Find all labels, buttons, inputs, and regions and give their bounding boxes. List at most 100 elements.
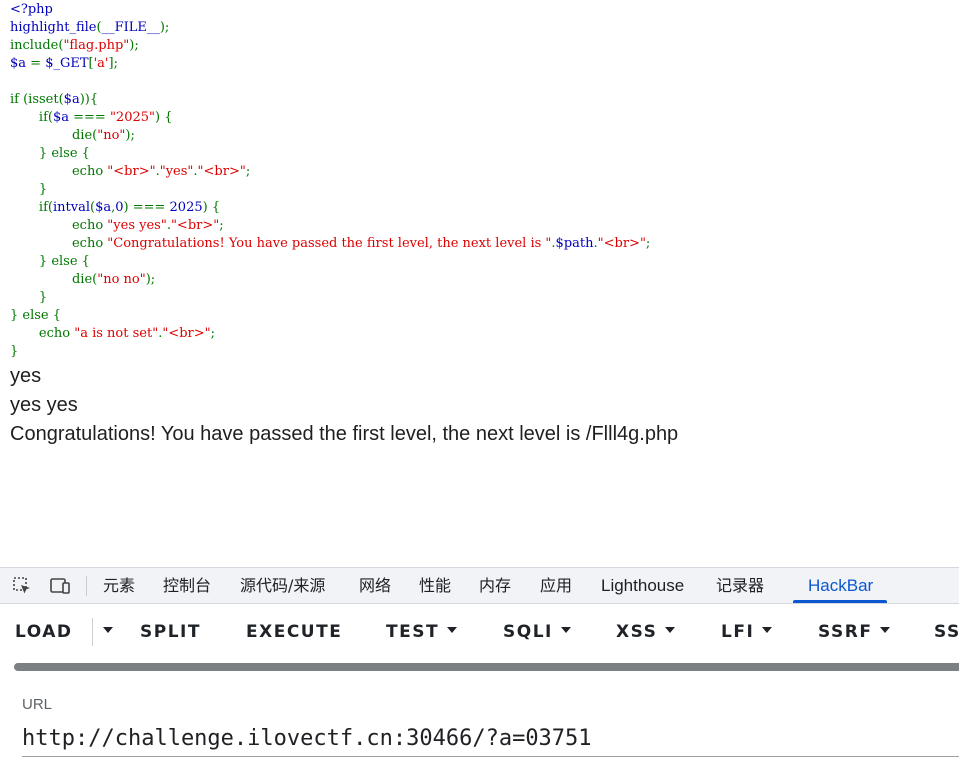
chevron-down-icon bbox=[103, 627, 113, 633]
sqli-menu-button[interactable]: SQLI bbox=[503, 622, 571, 642]
devtools-tab-bar: 元素 控制台 源代码/来源 网络 性能 内存 应用 Lighthouse 记录器… bbox=[0, 568, 959, 604]
chevron-down-icon bbox=[880, 627, 891, 633]
tab-memory[interactable]: 内存 bbox=[479, 568, 511, 603]
code-token: echo bbox=[10, 326, 75, 341]
code-line: die("no no"); bbox=[10, 271, 955, 289]
code-token: ; bbox=[645, 236, 651, 251]
code-token: } else { bbox=[10, 308, 62, 323]
code-token: <?php bbox=[10, 2, 53, 17]
code-token: (isset( bbox=[23, 92, 64, 107]
tab-network[interactable]: 网络 bbox=[359, 568, 391, 603]
code-token: 2025 bbox=[169, 200, 203, 215]
tab-recorder[interactable]: 记录器 bbox=[716, 568, 764, 603]
code-token: ; bbox=[210, 326, 215, 341]
code-token: $a bbox=[95, 200, 112, 215]
test-menu-button[interactable]: TEST bbox=[386, 622, 458, 642]
code-token: "<br>" bbox=[197, 164, 246, 179]
code-token: ; bbox=[219, 218, 224, 233]
load-dropdown-button[interactable] bbox=[95, 622, 113, 642]
code-token: $a bbox=[63, 92, 80, 107]
code-line: } bbox=[10, 343, 955, 361]
code-token: include bbox=[10, 38, 59, 53]
output-line-yes: yes bbox=[10, 365, 42, 387]
load-button[interactable]: LOAD bbox=[15, 622, 73, 642]
code-line: echo "yes yes"."<br>"; bbox=[10, 217, 955, 235]
code-token: intval bbox=[52, 200, 90, 215]
code-token: "<br>" bbox=[162, 326, 211, 341]
code-token: 0 bbox=[115, 200, 124, 215]
code-token: $path bbox=[555, 236, 594, 251]
code-line: } bbox=[10, 181, 955, 199]
code-token: die( bbox=[10, 272, 98, 287]
code-token: if bbox=[10, 92, 24, 107]
xss-menu-button[interactable]: XSS bbox=[616, 622, 676, 642]
code-token: ); bbox=[129, 38, 139, 53]
code-token: ) { bbox=[202, 200, 221, 215]
code-token: } else { bbox=[10, 146, 90, 161]
url-input[interactable] bbox=[22, 720, 959, 757]
code-token: __FILE__ bbox=[101, 20, 160, 35]
code-token: === bbox=[73, 110, 110, 125]
code-token: if( bbox=[10, 200, 53, 215]
horizontal-scrollbar[interactable] bbox=[14, 663, 959, 671]
code-token: } bbox=[10, 344, 19, 359]
ssrf-menu-button[interactable]: SSRF bbox=[818, 622, 891, 642]
code-token: } bbox=[10, 182, 48, 197]
code-token: "no no" bbox=[97, 272, 146, 287]
code-token: die( bbox=[10, 128, 98, 143]
tab-lighthouse[interactable]: Lighthouse bbox=[601, 568, 684, 603]
code-token: = bbox=[30, 56, 46, 71]
code-line: echo "a is not set"."<br>"; bbox=[10, 325, 955, 343]
tab-sources[interactable]: 源代码/来源 bbox=[240, 568, 325, 603]
code-line: $a = $_GET['a']; bbox=[10, 55, 955, 73]
ssti-menu-button[interactable]: SS bbox=[934, 622, 959, 642]
output-line-congratulations: Congratulations! You have passed the fir… bbox=[10, 423, 679, 445]
code-token: $a bbox=[10, 56, 31, 71]
code-token: ); bbox=[125, 128, 135, 143]
code-line: if($a === "2025") { bbox=[10, 109, 955, 127]
code-token: ); bbox=[145, 272, 156, 287]
code-token: "<br>" bbox=[107, 164, 156, 179]
tab-console[interactable]: 控制台 bbox=[163, 568, 211, 603]
tab-hackbar[interactable]: HackBar bbox=[808, 568, 873, 603]
code-token: "no" bbox=[97, 128, 126, 143]
inspect-element-icon[interactable] bbox=[11, 576, 33, 596]
url-label: URL bbox=[22, 696, 53, 713]
test-label: TEST bbox=[386, 622, 440, 642]
tab-application[interactable]: 应用 bbox=[540, 568, 572, 603]
code-token: "Congratulations! You have passed the fi… bbox=[107, 236, 552, 251]
code-line: include("flag.php"); bbox=[10, 37, 955, 55]
code-line: if(intval($a,0) === 2025) { bbox=[10, 199, 955, 217]
device-toolbar-icon[interactable] bbox=[49, 576, 71, 596]
code-line: } else { bbox=[10, 145, 955, 163]
code-token: "<br>" bbox=[597, 236, 646, 251]
code-token: "yes" bbox=[159, 164, 194, 179]
chevron-down-icon bbox=[447, 627, 458, 633]
tab-elements[interactable]: 元素 bbox=[103, 568, 135, 603]
code-line: } bbox=[10, 289, 955, 307]
ssrf-label: SSRF bbox=[818, 622, 873, 642]
code-token: 'a' bbox=[93, 56, 109, 71]
code-token: ]; bbox=[108, 56, 118, 71]
tab-bar-divider bbox=[86, 576, 87, 596]
active-tab-indicator bbox=[793, 600, 887, 603]
code-token: ) { bbox=[154, 110, 173, 125]
lfi-menu-button[interactable]: LFI bbox=[721, 622, 773, 642]
execute-button[interactable]: EXECUTE bbox=[246, 622, 342, 642]
code-token: ); bbox=[159, 20, 170, 35]
code-token: "<br>" bbox=[170, 218, 220, 233]
devtools-panel: 元素 控制台 源代码/来源 网络 性能 内存 应用 Lighthouse 记录器… bbox=[0, 567, 959, 772]
code-token: ) === bbox=[123, 200, 170, 215]
split-button[interactable]: SPLIT bbox=[140, 622, 201, 642]
chevron-down-icon bbox=[665, 627, 676, 633]
hackbar-toolbar: LOAD SPLIT EXECUTE TEST SQLI XSS LFI SSR… bbox=[0, 604, 959, 658]
page-output: yes yes yes Congratulations! You have pa… bbox=[10, 362, 678, 449]
code-line: die("no"); bbox=[10, 127, 955, 145]
php-source-code: <?php highlight_file(__FILE__); include("f… bbox=[10, 1, 955, 361]
tab-performance[interactable]: 性能 bbox=[419, 568, 451, 603]
code-token: "flag.php" bbox=[63, 38, 130, 53]
code-token: $a bbox=[52, 110, 74, 125]
code-token: highlight_file bbox=[10, 20, 97, 35]
output-line-yes-yes: yes yes bbox=[10, 394, 78, 416]
